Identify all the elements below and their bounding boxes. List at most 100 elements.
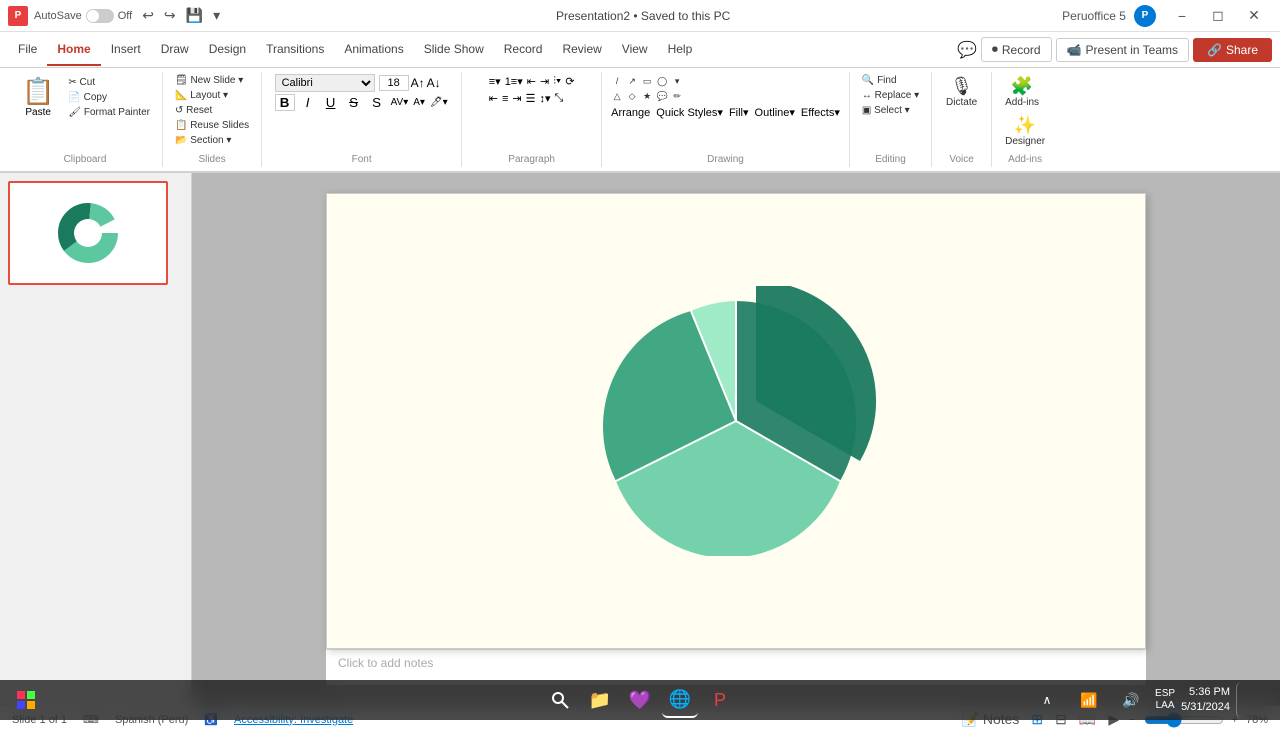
tab-insert[interactable]: Insert <box>101 34 151 66</box>
align-center-button[interactable]: ≡ <box>501 91 509 106</box>
increase-font-button[interactable]: A↑ <box>411 76 425 90</box>
font-size-input[interactable] <box>379 75 409 91</box>
shape-fill-button[interactable]: Fill▾ <box>728 105 750 120</box>
redo-button[interactable]: ↪ <box>160 5 180 26</box>
shape-effects-button[interactable]: Effects▾ <box>800 105 841 120</box>
highlight-button[interactable]: 🖊▾ <box>429 96 449 109</box>
align-left-button[interactable]: ⇤ <box>488 91 499 106</box>
align-right-button[interactable]: ⇥ <box>511 91 522 106</box>
save-button[interactable]: 💾 <box>182 5 207 26</box>
tab-animations[interactable]: Animations <box>334 34 413 66</box>
font-color-button[interactable]: A▾ <box>412 96 426 109</box>
tab-file[interactable]: File <box>8 34 47 66</box>
taskbar-chrome[interactable]: 🌐 <box>662 682 698 718</box>
decrease-indent-button[interactable]: ⇤ <box>526 74 537 89</box>
reset-button[interactable]: ↺ Reset <box>171 104 253 117</box>
increase-indent-button[interactable]: ⇥ <box>539 74 550 89</box>
shape-diamond[interactable]: ◇ <box>625 89 639 103</box>
tab-draw[interactable]: Draw <box>151 34 199 66</box>
title-bar-left: P AutoSave Off ↩ ↪ 💾 ▾ <box>8 5 224 26</box>
taskbar-powerpoint[interactable]: P <box>702 682 738 718</box>
restore-button[interactable]: ◻ <box>1200 0 1236 32</box>
share-button[interactable]: 🔗 Share <box>1193 38 1272 62</box>
bullets-button[interactable]: ≡▾ <box>488 74 502 89</box>
shadow-button[interactable]: S <box>367 94 387 111</box>
font-label: Font <box>352 150 372 165</box>
pie-chart[interactable] <box>591 286 881 556</box>
addins-label: Add-ins <box>1008 150 1042 165</box>
minimize-button[interactable]: − <box>1164 0 1200 32</box>
numbering-button[interactable]: 1≡▾ <box>504 74 524 89</box>
shape-more[interactable]: ▾ <box>670 74 684 88</box>
cut-button[interactable]: ✂ Cut <box>64 76 154 89</box>
copy-button[interactable]: 📄 Copy <box>64 91 154 104</box>
tab-slideshow[interactable]: Slide Show <box>414 34 494 66</box>
tab-view[interactable]: View <box>612 34 658 66</box>
taskbar-network[interactable]: 📶 <box>1071 682 1107 718</box>
decrease-font-button[interactable]: A↓ <box>427 76 441 90</box>
new-slide-button[interactable]: 🗒 New Slide ▾ <box>171 74 253 87</box>
shape-star[interactable]: ★ <box>640 89 654 103</box>
reuse-slides-button[interactable]: 📋 Reuse Slides <box>171 119 253 132</box>
shape-rect[interactable]: ▭ <box>640 74 654 88</box>
more-button[interactable]: ▾ <box>209 5 224 26</box>
strikethrough-button[interactable]: S <box>344 94 364 111</box>
font-name-select[interactable]: Calibri <box>275 74 375 92</box>
taskbar-files[interactable]: 📁 <box>582 682 618 718</box>
text-direction-button[interactable]: ⟳ <box>564 74 575 89</box>
tab-design[interactable]: Design <box>199 34 256 66</box>
addins-button[interactable]: 🧩 Add-ins <box>1000 74 1044 111</box>
taskbar-chevron[interactable]: ∧ <box>1029 682 1065 718</box>
user-avatar[interactable]: P <box>1134 5 1156 27</box>
justify-button[interactable]: ☰ <box>525 91 537 106</box>
find-button[interactable]: 🔍 Find <box>858 74 901 87</box>
format-painter-button[interactable]: 🖌 Format Painter <box>64 106 154 119</box>
replace-button[interactable]: ↔ Replace ▾ <box>858 89 923 102</box>
clock[interactable]: 5:36 PM 5/31/2024 <box>1181 685 1230 716</box>
start-button[interactable] <box>8 682 44 718</box>
bold-button[interactable]: B <box>275 94 295 111</box>
tab-home[interactable]: Home <box>47 34 100 66</box>
addins-content: 🧩 Add-ins ✨ Designer <box>1000 74 1050 150</box>
tab-review[interactable]: Review <box>552 34 611 66</box>
shape-arrow[interactable]: ↗ <box>625 74 639 88</box>
close-button[interactable]: ✕ <box>1236 0 1272 32</box>
ribbon-tabs: File Home Insert Draw Design Transitions… <box>0 32 1280 68</box>
designer-button[interactable]: ✨ Designer <box>1000 113 1050 150</box>
shape-callout[interactable]: 💬 <box>655 89 669 103</box>
shape-pen[interactable]: ✏ <box>670 89 684 103</box>
taskbar-search[interactable] <box>542 682 578 718</box>
shape-circle[interactable]: ◯ <box>655 74 669 88</box>
smart-art-button[interactable]: ⤡ <box>554 91 565 106</box>
taskbar-volume[interactable]: 🔊 <box>1113 682 1149 718</box>
tab-help[interactable]: Help <box>658 34 703 66</box>
char-spacing-button[interactable]: AV▾ <box>390 96 410 109</box>
line-spacing-button[interactable]: ↕▾ <box>538 91 551 106</box>
shape-outline-button[interactable]: Outline▾ <box>754 105 796 120</box>
taskbar-teams[interactable]: 💜 <box>622 682 658 718</box>
shape-tri[interactable]: △ <box>610 89 624 103</box>
show-desktop-button[interactable] <box>1236 682 1272 718</box>
column-button[interactable]: ⫶▾ <box>552 74 562 89</box>
shape-line[interactable]: / <box>610 74 624 88</box>
tab-record[interactable]: Record <box>494 34 553 66</box>
quick-styles-button[interactable]: Quick Styles▾ <box>655 105 724 120</box>
chat-button[interactable]: 💬 <box>957 40 977 60</box>
select-button[interactable]: ▣ Select ▾ <box>858 104 914 117</box>
slide-canvas[interactable] <box>326 193 1146 649</box>
arrange-button[interactable]: Arrange <box>610 105 651 120</box>
section-button[interactable]: 📂 Section ▾ <box>171 134 253 147</box>
italic-button[interactable]: I <box>298 94 318 111</box>
underline-button[interactable]: U <box>321 94 341 111</box>
slide-thumbnail-1[interactable] <box>8 181 168 285</box>
autosave-toggle[interactable] <box>86 9 114 23</box>
autosave-group: AutoSave Off <box>34 9 132 23</box>
tab-transitions[interactable]: Transitions <box>256 34 334 66</box>
slide-area[interactable]: Click to add notes <box>192 173 1280 705</box>
record-button[interactable]: ⏺ Record <box>981 37 1052 62</box>
layout-button[interactable]: 📐 Layout ▾ <box>171 89 253 102</box>
dictate-button[interactable]: 🎙 Dictate <box>941 74 982 111</box>
paste-button[interactable]: 📋 Paste <box>16 74 60 120</box>
present-teams-button[interactable]: 📹 Present in Teams <box>1056 38 1189 62</box>
undo-button[interactable]: ↩ <box>138 5 158 26</box>
